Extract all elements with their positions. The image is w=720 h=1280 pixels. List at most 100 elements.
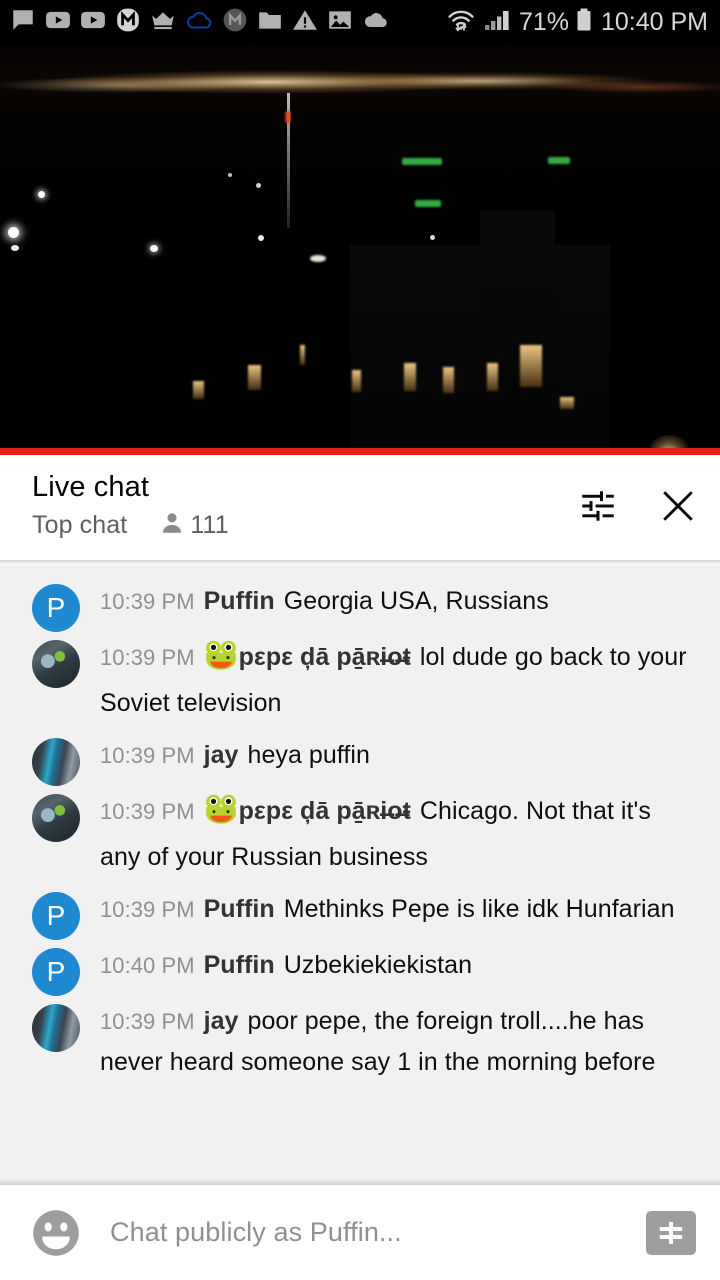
avatar-letter: P xyxy=(32,892,80,940)
video-mast-light xyxy=(285,111,291,123)
video-window-light xyxy=(487,363,498,391)
live-chat-message-list[interactable]: P 10:39 PM Puffin Georgia USA, Russians 10… xyxy=(0,565,720,1185)
avatar[interactable] xyxy=(32,1004,80,1052)
message-text: Methinks Pepe is like idk Hunfarian xyxy=(283,895,675,923)
avatar-photo xyxy=(32,640,80,688)
video-window-light xyxy=(520,345,542,387)
avatar-photo xyxy=(32,1004,80,1052)
messenger-m-icon xyxy=(115,7,141,38)
message-timestamp: 10:40 PM xyxy=(100,953,195,978)
message-author[interactable]: jay xyxy=(204,741,239,769)
avatar-letter: P xyxy=(32,948,80,996)
circle-m-icon xyxy=(222,7,248,38)
avatar[interactable] xyxy=(32,640,80,688)
video-light xyxy=(8,227,19,238)
avatar[interactable]: P xyxy=(32,892,80,940)
cloud-filled-icon xyxy=(362,7,390,38)
chat-message-body: 10:39 PM Puffin Georgia USA, Russians xyxy=(24,581,696,622)
video-light xyxy=(150,245,158,252)
avatar[interactable] xyxy=(32,738,80,786)
video-light-green xyxy=(548,157,570,164)
video-light xyxy=(430,235,435,240)
avatar[interactable] xyxy=(32,794,80,842)
video-progress-played xyxy=(0,448,720,455)
chat-message[interactable]: 10:39 PM jay heya puffin xyxy=(0,729,720,786)
video-window-light xyxy=(352,370,361,392)
folder-icon xyxy=(257,7,283,38)
message-author[interactable]: pεpε ḑā pā̱ʀi̶o̶ŧ xyxy=(239,643,411,671)
chat-message[interactable]: 10:39 PM pεpε ḑā pā̱ʀi̶o̶ŧ lol dude go bac… xyxy=(0,631,720,729)
message-author[interactable]: Puffin xyxy=(204,951,275,979)
youtube-play-icon-2 xyxy=(80,7,106,38)
message-text: heya puffin xyxy=(247,741,370,769)
chat-message[interactable]: P 10:39 PM Puffin Methinks Pepe is like id… xyxy=(0,883,720,940)
viewer-count: 111 xyxy=(190,511,229,539)
video-light xyxy=(11,245,19,251)
status-bar: 71% 10:40 PM xyxy=(0,0,720,45)
cloud-outline-icon xyxy=(185,7,213,38)
message-author[interactable]: Puffin xyxy=(204,587,275,615)
tune-sliders-icon[interactable] xyxy=(576,484,620,528)
video-window-light xyxy=(248,365,261,390)
message-text: Uzbekiekiekistan xyxy=(283,951,473,979)
crown-icon xyxy=(150,7,176,38)
video-building xyxy=(480,210,555,448)
chat-message-body: 10:39 PM jay heya puffin xyxy=(24,735,696,776)
avatar-photo xyxy=(32,794,80,842)
live-video-player[interactable] xyxy=(0,45,720,448)
chat-message[interactable]: 10:39 PM jay poor pepe, the foreign troll.… xyxy=(0,995,720,1088)
video-window-light xyxy=(443,367,454,393)
video-window-light xyxy=(560,397,574,409)
avatar[interactable]: P xyxy=(32,948,80,996)
wifi-icon xyxy=(445,7,477,38)
chat-message-body: 10:39 PM Puffin Methinks Pepe is like idk … xyxy=(24,889,696,930)
video-progress-bar[interactable] xyxy=(0,448,720,455)
status-bar-system-icons: 71% 10:40 PM xyxy=(445,7,708,38)
frog-emoji-icon xyxy=(204,639,238,683)
image-icon xyxy=(327,7,353,38)
person-icon xyxy=(159,510,185,541)
message-timestamp: 10:39 PM xyxy=(100,743,195,768)
chat-input-bar xyxy=(0,1185,720,1280)
message-author[interactable]: pεpε ḑā pā̱ʀi̶o̶ŧ xyxy=(239,797,411,825)
message-text: Georgia USA, Russians xyxy=(283,587,549,615)
viewer-count-group: 111 xyxy=(159,510,229,541)
youtube-play-icon xyxy=(45,7,71,38)
avatar[interactable]: P xyxy=(32,584,80,632)
video-light xyxy=(228,173,232,177)
message-author[interactable]: Puffin xyxy=(204,895,275,923)
battery-icon xyxy=(575,7,593,38)
chat-message[interactable]: P 10:40 PM Puffin Uzbekiekiekistan xyxy=(0,939,720,996)
avatar-letter: P xyxy=(32,584,80,632)
chat-input[interactable] xyxy=(110,1217,646,1248)
warning-triangle-icon xyxy=(292,7,318,38)
status-bar-clock: 10:40 PM xyxy=(600,8,708,36)
video-window-light xyxy=(404,363,416,391)
message-timestamp: 10:39 PM xyxy=(100,799,195,824)
dollar-superchat-icon[interactable] xyxy=(646,1210,696,1255)
status-bar-notification-icons xyxy=(10,7,445,38)
message-author[interactable]: jay xyxy=(204,1007,239,1035)
video-light xyxy=(256,183,261,188)
live-chat-subheader: Top chat 111 xyxy=(32,510,576,541)
close-icon[interactable] xyxy=(656,484,700,528)
emoji-smiley-icon[interactable] xyxy=(30,1207,82,1259)
live-chat-titles: Live chat Top chat 111 xyxy=(32,468,576,541)
video-light xyxy=(258,235,264,241)
live-chat-header-actions xyxy=(576,468,700,528)
chat-message-body: 10:39 PM pεpε ḑā pā̱ʀi̶o̶ŧ Chicago. Not th… xyxy=(24,791,696,877)
video-window-light xyxy=(300,345,305,365)
avatar-photo xyxy=(32,738,80,786)
chat-mode-label[interactable]: Top chat xyxy=(32,511,127,540)
chat-message[interactable]: 10:39 PM pεpε ḑā pā̱ʀi̶o̶ŧ Chicago. Not th… xyxy=(0,785,720,883)
chat-message[interactable]: P 10:39 PM Puffin Georgia USA, Russians xyxy=(0,575,720,632)
video-light xyxy=(38,191,45,198)
message-timestamp: 10:39 PM xyxy=(100,1009,195,1034)
live-chat-header: Live chat Top chat 111 xyxy=(0,455,720,560)
video-window-light xyxy=(193,381,204,399)
message-timestamp: 10:39 PM xyxy=(100,897,195,922)
video-light-green xyxy=(402,158,442,165)
chat-message-body: 10:40 PM Puffin Uzbekiekiekistan xyxy=(24,945,696,986)
video-light-green xyxy=(415,200,441,207)
chat-message-body: 10:39 PM jay poor pepe, the foreign troll.… xyxy=(24,1001,696,1082)
